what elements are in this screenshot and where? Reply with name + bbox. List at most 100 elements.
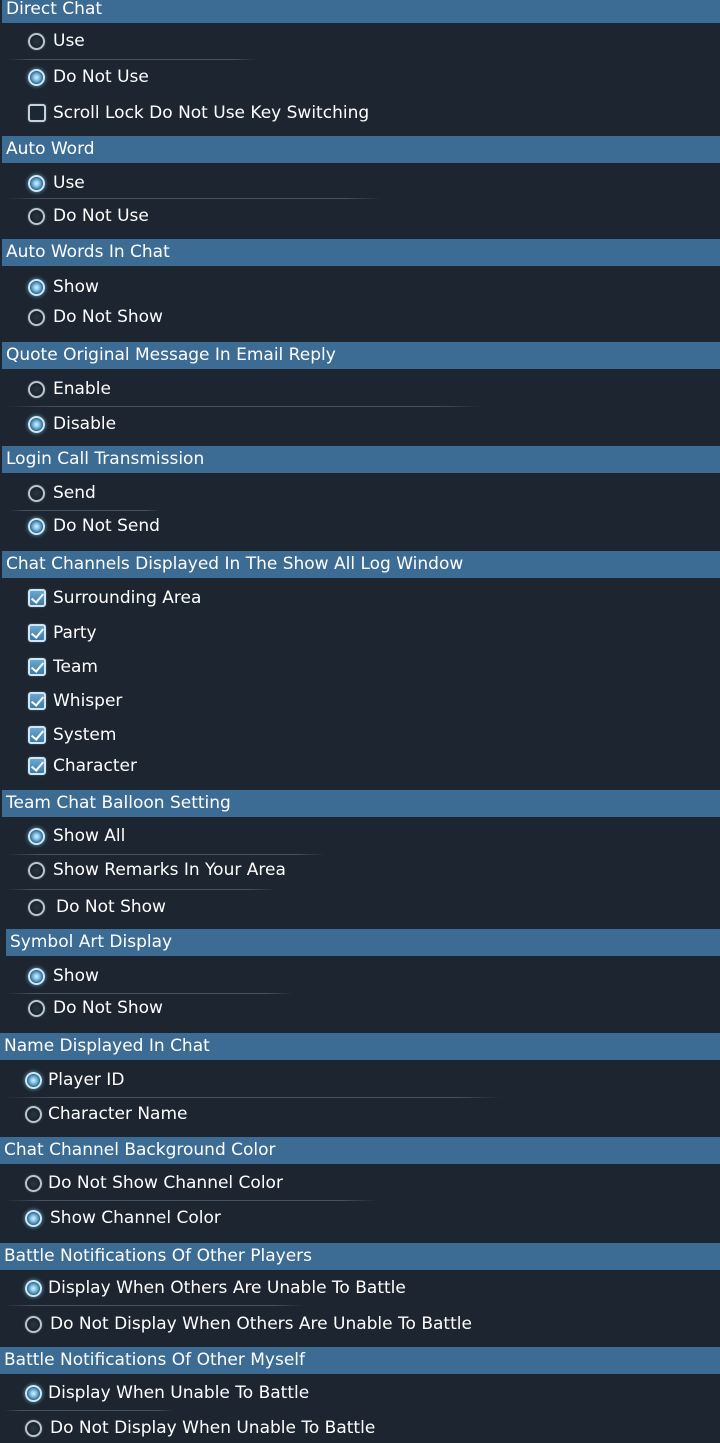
radio-login-send[interactable]: Send [28, 478, 96, 508]
radio-battle-myself-display[interactable]: Display When Unable To Battle [25, 1378, 309, 1408]
checkbox-channel-team[interactable]: Team [28, 652, 98, 682]
divider [4, 1097, 504, 1098]
option-label: Use [53, 31, 85, 51]
radio-icon [25, 1105, 42, 1123]
radio-selected-icon [28, 174, 45, 192]
section-header-battle-myself: Battle Notifications Of Other Myself [0, 1347, 720, 1374]
radio-quote-disable[interactable]: Disable [28, 409, 116, 439]
radio-selected-icon [25, 1071, 42, 1089]
radio-quote-enable[interactable]: Enable [28, 374, 111, 404]
option-label: Disable [53, 414, 117, 434]
checkbox-checked-icon [28, 589, 46, 607]
checkbox-checked-icon [28, 726, 46, 744]
checkbox-label: Whisper [53, 691, 123, 711]
radio-balloon-do-not-show[interactable]: Do Not Show [28, 892, 166, 922]
checkbox-label: Surrounding Area [53, 588, 202, 608]
radio-selected-icon [28, 827, 45, 845]
radio-name-character-name[interactable]: Character Name [25, 1099, 188, 1129]
radio-selected-icon [28, 415, 45, 433]
radio-icon [28, 861, 45, 879]
checkbox-channel-system[interactable]: System [28, 720, 116, 750]
checkbox-checked-icon [28, 692, 46, 710]
radio-channel-bg-do-not-show[interactable]: Do Not Show Channel Color [25, 1168, 283, 1198]
option-label: Do Not Use [53, 67, 149, 87]
option-label: Do Not Show [53, 998, 163, 1018]
option-label: Show [53, 277, 99, 297]
option-label: Show All [53, 826, 126, 846]
divider [6, 59, 258, 60]
option-label: Player ID [48, 1070, 125, 1090]
radio-icon [28, 380, 45, 398]
checkbox-channel-surrounding-area[interactable]: Surrounding Area [28, 583, 201, 613]
option-label: Show Remarks In Your Area [53, 860, 286, 880]
divider [4, 1410, 174, 1411]
radio-selected-icon [28, 278, 45, 296]
section-header-login-call: Login Call Transmission [2, 446, 720, 473]
option-label: Show Channel Color [50, 1208, 221, 1228]
radio-auto-words-do-not-show[interactable]: Do Not Show [28, 302, 163, 332]
radio-symbol-art-do-not-show[interactable]: Do Not Show [28, 993, 163, 1023]
option-label: Do Not Display When Others Are Unable To… [50, 1314, 472, 1334]
checkbox-channel-character[interactable]: Character [28, 751, 137, 781]
option-label: Do Not Show [53, 307, 163, 327]
option-label: Do Not Use [53, 206, 149, 226]
option-label: Enable [53, 379, 111, 399]
section-header-channel-bg: Chat Channel Background Color [0, 1137, 720, 1164]
radio-balloon-show-all[interactable]: Show All [28, 821, 125, 851]
radio-symbol-art-show[interactable]: Show [28, 961, 99, 991]
checkbox-label: Party [53, 623, 97, 643]
section-header-name-displayed: Name Displayed In Chat [0, 1033, 720, 1060]
radio-icon [28, 898, 45, 916]
radio-direct-chat-do-not-use[interactable]: Do Not Use [28, 62, 149, 92]
radio-battle-others-do-not-display[interactable]: Do Not Display When Others Are Unable To… [25, 1309, 472, 1339]
radio-channel-bg-show[interactable]: Show Channel Color [25, 1203, 221, 1233]
radio-battle-others-display[interactable]: Display When Others Are Unable To Battle [25, 1273, 406, 1303]
section-header-quote-original: Quote Original Message In Email Reply [2, 342, 720, 369]
option-label: Do Not Send [53, 516, 160, 536]
radio-icon [25, 1174, 42, 1192]
radio-battle-myself-do-not-display[interactable]: Do Not Display When Unable To Battle [25, 1413, 375, 1443]
radio-login-do-not-send[interactable]: Do Not Send [28, 511, 160, 541]
radio-auto-word-do-not-use[interactable]: Do Not Use [28, 201, 149, 231]
radio-name-player-id[interactable]: Player ID [25, 1065, 124, 1095]
option-label: Show [53, 966, 99, 986]
radio-auto-word-use[interactable]: Use [28, 168, 85, 198]
radio-selected-icon [28, 68, 45, 86]
option-label: Do Not Show Channel Color [48, 1173, 283, 1193]
option-label: Do Not Show [56, 897, 166, 917]
radio-selected-icon [25, 1209, 42, 1227]
option-label: Send [53, 483, 96, 503]
checkbox-channel-whisper[interactable]: Whisper [28, 686, 122, 716]
divider [4, 1200, 378, 1201]
section-header-auto-words-in-chat: Auto Words In Chat [2, 239, 720, 266]
section-header-chat-channels: Chat Channels Displayed In The Show All … [2, 551, 720, 578]
divider [6, 198, 382, 199]
divider [6, 406, 482, 407]
checkbox-label: Character [53, 756, 137, 776]
checkbox-label: System [53, 725, 117, 745]
radio-selected-icon [25, 1279, 42, 1297]
option-label: Do Not Display When Unable To Battle [50, 1418, 376, 1438]
radio-selected-icon [28, 517, 45, 535]
checkbox-checked-icon [28, 757, 46, 775]
radio-icon [28, 999, 45, 1017]
divider [6, 889, 276, 890]
radio-direct-chat-use[interactable]: Use [28, 26, 85, 56]
section-header-battle-others: Battle Notifications Of Other Players [0, 1243, 720, 1270]
checkbox-label: Scroll Lock Do Not Use Key Switching [53, 103, 370, 123]
checkbox-channel-party[interactable]: Party [28, 618, 97, 648]
divider [4, 1305, 304, 1306]
radio-icon [28, 207, 45, 225]
radio-auto-words-show[interactable]: Show [28, 272, 99, 302]
radio-icon [28, 484, 45, 502]
radio-selected-icon [28, 967, 45, 985]
radio-balloon-show-remarks[interactable]: Show Remarks In Your Area [28, 855, 286, 885]
checkbox-checked-icon [28, 624, 46, 642]
section-header-direct-chat: Direct Chat [2, 0, 720, 23]
checkbox-scroll-lock[interactable]: Scroll Lock Do Not Use Key Switching [28, 98, 369, 128]
radio-icon [25, 1315, 42, 1333]
section-header-symbol-art: Symbol Art Display [6, 929, 720, 956]
section-header-auto-word: Auto Word [2, 136, 720, 163]
option-label: Display When Others Are Unable To Battle [48, 1278, 406, 1298]
checkbox-icon [28, 104, 46, 122]
